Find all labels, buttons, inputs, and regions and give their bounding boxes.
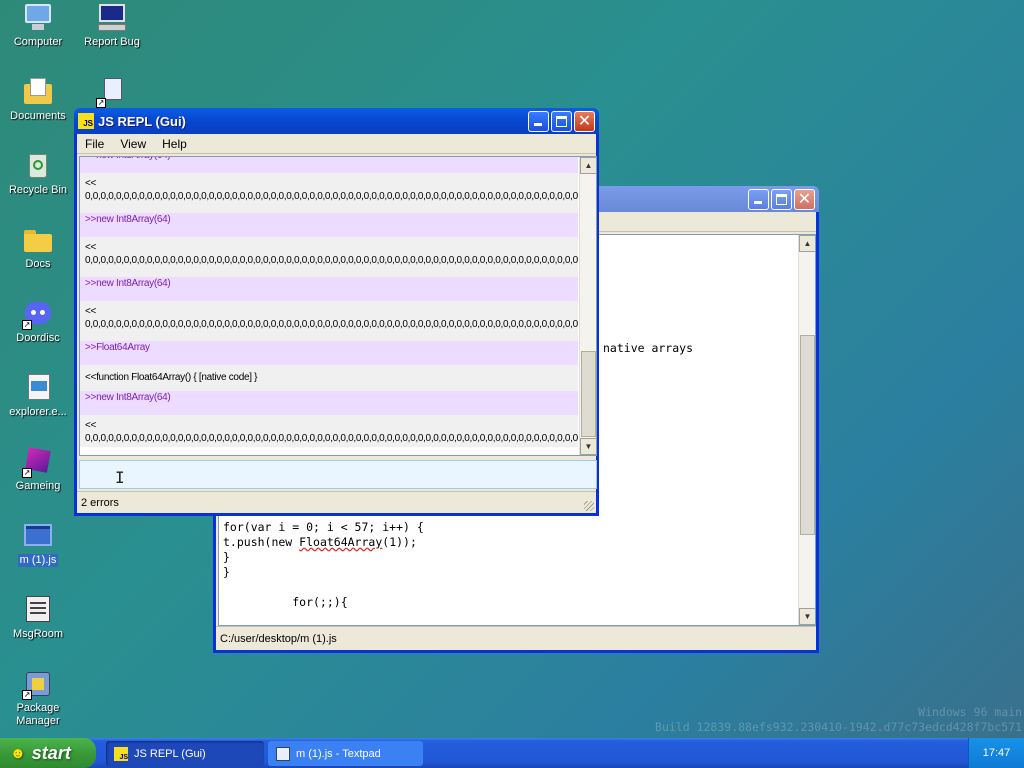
- js-app-icon: JS: [114, 746, 128, 761]
- scroll-up-icon[interactable]: ▲: [580, 157, 596, 174]
- scrollbar-thumb[interactable]: [800, 335, 815, 535]
- taskbar-item-textpad[interactable]: m (1).js - Textpad: [268, 741, 423, 766]
- repl-input-echo: >>new Int8Array(64): [80, 157, 578, 173]
- repl-output-pane[interactable]: >>new Int8Array(64) <<0,0,0,0,0,0,0,0,0,…: [79, 156, 597, 456]
- textpad-maximize-button[interactable]: [771, 188, 792, 210]
- shortcut-arrow-icon: ↗: [22, 468, 32, 478]
- repl-result: << 0,0,0,0,0,0,0,0,0,0,0,0,0,0,0,0,0,0,0,…: [80, 301, 578, 341]
- textpad-statusbar: C:/user/desktop/m (1).js: [216, 626, 816, 650]
- spellcheck-word: Float64Array: [299, 535, 383, 549]
- report-bug-icon: [96, 2, 128, 34]
- js-file-icon: [22, 520, 54, 552]
- desktop-icon-docs[interactable]: Docs: [4, 224, 72, 271]
- shortcut-arrow-icon: ↗: [22, 320, 32, 330]
- repl-maximize-button[interactable]: [551, 110, 572, 132]
- js-app-icon: JS: [78, 113, 94, 129]
- scrollbar-thumb[interactable]: [581, 351, 596, 437]
- scroll-up-icon[interactable]: ▲: [799, 235, 815, 252]
- error-count: 2 errors: [81, 497, 119, 509]
- minimize-icon: [534, 122, 542, 126]
- close-icon: ✕: [797, 190, 812, 208]
- code-line: for(var i = 0; i < 57; i++) {: [223, 520, 424, 534]
- desktop-icon-msgroom[interactable]: MsgRoom: [4, 594, 72, 641]
- repl-title: JS REPL (Gui): [98, 113, 186, 129]
- build-watermark-line2: Build 12839.88efs932.230410-1942.d77c73e…: [655, 720, 1022, 734]
- resize-grip-icon[interactable]: [584, 501, 594, 511]
- maximize-icon: [776, 193, 787, 205]
- code-line: t.push(new Float64Array(1));: [223, 535, 417, 549]
- repl-result: << 0,0,0,0,0,0,0,0,0,0,0,0,0,0,0,0,0,0,0,…: [80, 415, 578, 447]
- repl-result: << 0,0,0,0,0,0,0,0,0,0,0,0,0,0,0,0,0,0,0,…: [80, 173, 578, 213]
- desktop-icon-doordisc[interactable]: ↗ Doordisc: [4, 298, 72, 345]
- maximize-icon: [556, 115, 567, 127]
- repl-result: <<function Float64Array() { [native code…: [80, 365, 578, 391]
- repl-result: << 0,0,0,0,0,0,0,0,0,0,0,0,0,0,0,0,0,0,0,…: [80, 237, 578, 277]
- repl-window: JS JS REPL (Gui) ✕ File View Help >>new …: [74, 108, 599, 516]
- repl-input-echo: >>new Int8Array(64): [80, 391, 578, 415]
- repl-input-echo: >>Float64Array: [80, 341, 578, 365]
- desktop-icon-gameing[interactable]: ↗ Gameing: [4, 446, 72, 493]
- desktop-icon-computer[interactable]: Computer: [4, 2, 72, 49]
- text-cursor-icon: I: [115, 468, 125, 487]
- repl-close-button[interactable]: ✕: [574, 110, 595, 132]
- start-button[interactable]: ☻ start: [0, 738, 96, 768]
- desktop-icon-package-manager[interactable]: ↗ Package Manager: [4, 668, 72, 728]
- code-line: }: [223, 550, 230, 564]
- desktop-icon-explorer[interactable]: explorer.e...: [4, 372, 72, 419]
- textpad-close-button[interactable]: ✕: [794, 188, 815, 210]
- menu-help[interactable]: Help: [154, 137, 195, 151]
- repl-input-echo: >>new Int8Array(64): [80, 277, 578, 301]
- code-comment-fragment: native arrays: [603, 341, 694, 355]
- taskbar: ☻ start JS JS REPL (Gui) m (1).js - Text…: [0, 738, 1024, 768]
- textpad-minimize-button[interactable]: [748, 188, 769, 210]
- desktop-icon-report-bug[interactable]: Report Bug: [78, 2, 146, 49]
- package-manager-icon: ↗: [22, 668, 54, 700]
- msgroom-icon: [22, 594, 54, 626]
- gameing-icon: ↗: [22, 446, 54, 478]
- repl-statusbar: 2 errors: [77, 491, 596, 513]
- repl-titlebar[interactable]: JS JS REPL (Gui) ✕: [74, 108, 599, 134]
- computer-icon: [22, 2, 54, 34]
- repl-input-echo: >>new Int8Array(64): [80, 213, 578, 237]
- folder-icon: [22, 224, 54, 256]
- system-tray-clock[interactable]: 17:47: [968, 738, 1024, 768]
- desktop-icon-documents[interactable]: Documents: [4, 76, 72, 123]
- repl-minimize-button[interactable]: [528, 110, 549, 132]
- file-icon: [276, 746, 290, 761]
- repl-output-list: >>new Int8Array(64) <<0,0,0,0,0,0,0,0,0,…: [80, 157, 578, 447]
- explorer-icon: [22, 372, 54, 404]
- repl-menubar: File View Help: [77, 134, 596, 154]
- menu-view[interactable]: View: [112, 137, 154, 151]
- build-watermark-line1: Windows 96 main: [918, 705, 1022, 719]
- taskbar-item-repl[interactable]: JS JS REPL (Gui): [106, 741, 264, 766]
- textpad-vertical-scrollbar[interactable]: ▲ ▼: [798, 235, 815, 625]
- desktop-icon-m1-js[interactable]: m (1).js: [4, 520, 72, 567]
- code-line: for(;;){: [223, 595, 348, 609]
- smiley-icon: ☻: [10, 744, 26, 762]
- shortcut-icon: ↗: [96, 76, 128, 108]
- scroll-down-icon[interactable]: ▼: [799, 608, 815, 625]
- menu-file[interactable]: File: [77, 137, 112, 151]
- minimize-icon: [754, 200, 762, 204]
- repl-command-input[interactable]: [79, 460, 597, 489]
- recycle-bin-icon: [22, 150, 54, 182]
- desktop-icon-second-shortcut[interactable]: ↗: [78, 76, 146, 110]
- doordisc-icon: ↗: [22, 298, 54, 330]
- code-line: }: [223, 565, 230, 579]
- repl-vertical-scrollbar[interactable]: ▲ ▼: [579, 157, 596, 455]
- close-icon: ✕: [577, 112, 592, 130]
- documents-icon: [22, 76, 54, 108]
- desktop-icon-recycle-bin[interactable]: Recycle Bin: [4, 150, 72, 197]
- shortcut-arrow-icon: ↗: [96, 98, 106, 108]
- shortcut-arrow-icon: ↗: [22, 690, 32, 700]
- scroll-down-icon[interactable]: ▼: [580, 438, 596, 455]
